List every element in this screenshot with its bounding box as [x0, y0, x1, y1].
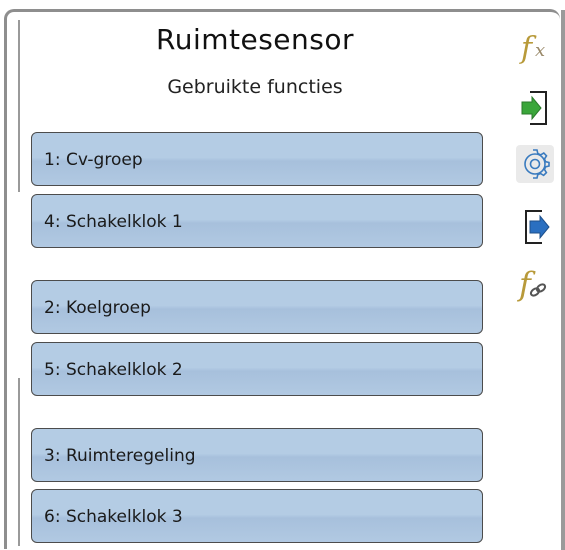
function-link-icon[interactable]: f — [516, 265, 554, 304]
svg-text:x: x — [535, 40, 545, 61]
function-button-label: 4: Schakelklok 1 — [44, 212, 183, 232]
function-button-ruimteregeling[interactable]: 3: Ruimteregeling — [31, 428, 483, 482]
window-right-border — [561, 10, 565, 550]
function-button-label: 3: Ruimteregeling — [44, 446, 196, 466]
function-button-label: 6: Schakelklok 3 — [44, 507, 183, 527]
output-icon[interactable] — [516, 208, 554, 246]
page-title: Ruimtesensor — [156, 23, 354, 56]
settings-gear-icon[interactable] — [516, 145, 554, 183]
function-fx-icon[interactable]: f x — [516, 30, 554, 68]
function-button-schakelklok-3[interactable]: 6: Schakelklok 3 — [31, 489, 483, 543]
page-subtitle: Gebruikte functies — [167, 76, 343, 98]
scrollbar-track-bottom[interactable] — [18, 378, 20, 546]
function-button-cv-groep[interactable]: 1: Cv-groep — [31, 132, 483, 186]
input-icon[interactable] — [516, 89, 554, 127]
function-button-schakelklok-2[interactable]: 5: Schakelklok 2 — [31, 342, 483, 396]
function-button-koelgroep[interactable]: 2: Koelgroep — [31, 280, 483, 334]
function-button-label: 1: Cv-groep — [44, 150, 143, 170]
function-button-label: 2: Koelgroep — [44, 298, 151, 318]
fx-glyph: f x — [519, 31, 545, 66]
function-button-label: 5: Schakelklok 2 — [44, 360, 183, 380]
svg-text:f: f — [517, 265, 536, 303]
function-button-schakelklok-1[interactable]: 4: Schakelklok 1 — [31, 194, 483, 248]
